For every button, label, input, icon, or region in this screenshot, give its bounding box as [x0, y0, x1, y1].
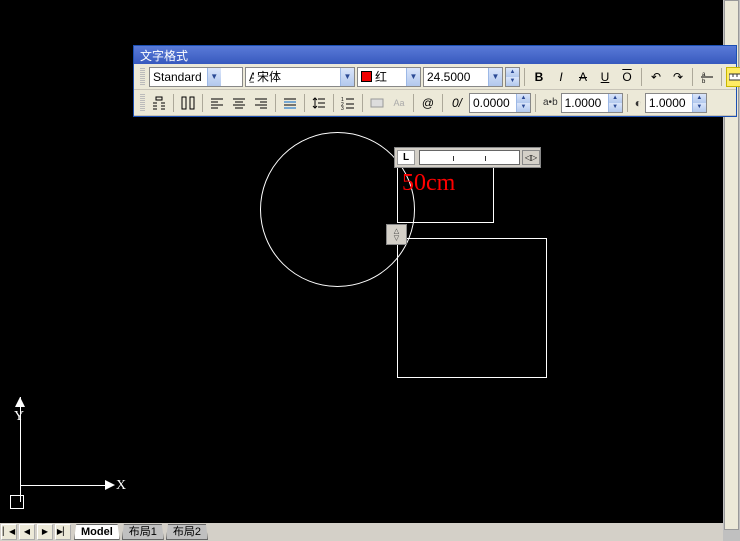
ucs-y-label: Y [14, 409, 24, 425]
width-spinner[interactable]: ▲▼ [561, 93, 623, 113]
color-dropdown[interactable]: 红 ▼ [357, 67, 421, 87]
ucs-y-arrow [15, 397, 25, 407]
undo-button[interactable]: ↶ [646, 67, 666, 87]
insert-field-button[interactable] [367, 93, 387, 113]
symbol-button[interactable]: @ [418, 93, 438, 113]
underline-button[interactable]: U [595, 67, 615, 87]
tracking-icon: ◐ [635, 96, 642, 110]
italic-button[interactable]: I [551, 67, 571, 87]
svg-text:b: b [702, 79, 706, 84]
text-style-dropdown[interactable]: Standard ▼ [149, 67, 243, 87]
dropdown-arrow-icon: ▼ [340, 68, 354, 86]
strike-button[interactable]: A [573, 67, 593, 87]
tab-nav-first[interactable]: ▏◀ [1, 524, 17, 540]
color-value: 红 [375, 68, 406, 85]
tracking-spinner[interactable]: ▲▼ [645, 93, 707, 113]
svg-text:3: 3 [341, 106, 344, 110]
ruler-width-arrows[interactable]: ◁▷ [522, 150, 540, 165]
redo-button[interactable]: ↷ [668, 67, 688, 87]
ruler-align-button[interactable]: L [397, 150, 415, 165]
stack-button[interactable]: ab [697, 67, 717, 87]
justify-button[interactable] [280, 93, 300, 113]
ucs-x-label: X [116, 478, 126, 494]
tab-layout2[interactable]: 布局2 [166, 524, 208, 540]
drawn-circle[interactable] [260, 132, 415, 287]
ruler-down: ▽ [394, 235, 399, 242]
dropdown-arrow-icon: ▼ [406, 68, 420, 86]
text-ruler-horizontal[interactable]: L ◁▷ [394, 147, 541, 168]
width-factor-label: a•b [543, 97, 558, 108]
uppercase-button[interactable]: Aa [389, 93, 409, 113]
dropdown-arrow-icon: ▼ [488, 68, 502, 86]
width-value[interactable] [562, 94, 608, 112]
oblique-spinner[interactable]: ▲▼ [469, 93, 531, 113]
tab-nav-next[interactable]: ▶ [37, 524, 53, 540]
text-annotation[interactable]: 50cm [402, 170, 455, 197]
oblique-value[interactable] [470, 94, 516, 112]
tab-layout1[interactable]: 布局1 [122, 524, 164, 540]
line-spacing-button[interactable] [309, 93, 329, 113]
toolbar-grip[interactable] [140, 94, 145, 112]
text-format-toolbar: 文字格式 Standard ▼ A̲ 宋体 ▼ 红 ▼ 24.5000 ▼ ▲▼… [133, 45, 737, 117]
dropdown-arrow-icon: ▼ [207, 68, 221, 86]
toolbar-grip[interactable] [140, 68, 145, 86]
align-left-button[interactable] [207, 93, 227, 113]
ruler-toggle-button[interactable] [726, 67, 740, 87]
options-button[interactable] [149, 93, 169, 113]
text-size-dropdown[interactable]: 24.5000 ▼ [423, 67, 503, 87]
toolbar-title[interactable]: 文字格式 [134, 46, 736, 64]
tab-nav-last[interactable]: ▶▏ [55, 524, 71, 540]
layout-tabs: ▏◀ ◀ ▶ ▶▏ Model 布局1 布局2 [0, 523, 723, 541]
oblique-button[interactable]: 0/ [447, 93, 467, 113]
tracking-value[interactable] [646, 94, 692, 112]
drawn-rectangle-large[interactable] [397, 238, 547, 378]
numbering-button[interactable]: 123 [338, 93, 358, 113]
align-right-button[interactable] [251, 93, 271, 113]
size-spinner[interactable]: ▲▼ [505, 67, 520, 87]
color-swatch-icon [361, 71, 372, 82]
font-value: 宋体 [254, 68, 340, 85]
align-center-button[interactable] [229, 93, 249, 113]
ruler-track[interactable] [419, 150, 520, 165]
text-size-value: 24.5000 [424, 70, 488, 84]
columns-button[interactable] [178, 93, 198, 113]
bold-button[interactable]: B [529, 67, 549, 87]
tab-nav-prev[interactable]: ◀ [19, 524, 35, 540]
tab-model[interactable]: Model [74, 524, 120, 540]
text-style-value: Standard [150, 70, 207, 84]
text-ruler-vertical[interactable]: △ ▽ [386, 224, 407, 245]
ucs-origin [10, 495, 24, 509]
ruler-up: △ [394, 228, 399, 235]
ucs-x-axis [20, 485, 107, 486]
ucs-x-arrow [105, 480, 115, 490]
overline-button[interactable]: O [617, 67, 637, 87]
font-dropdown[interactable]: A̲ 宋体 ▼ [245, 67, 355, 87]
